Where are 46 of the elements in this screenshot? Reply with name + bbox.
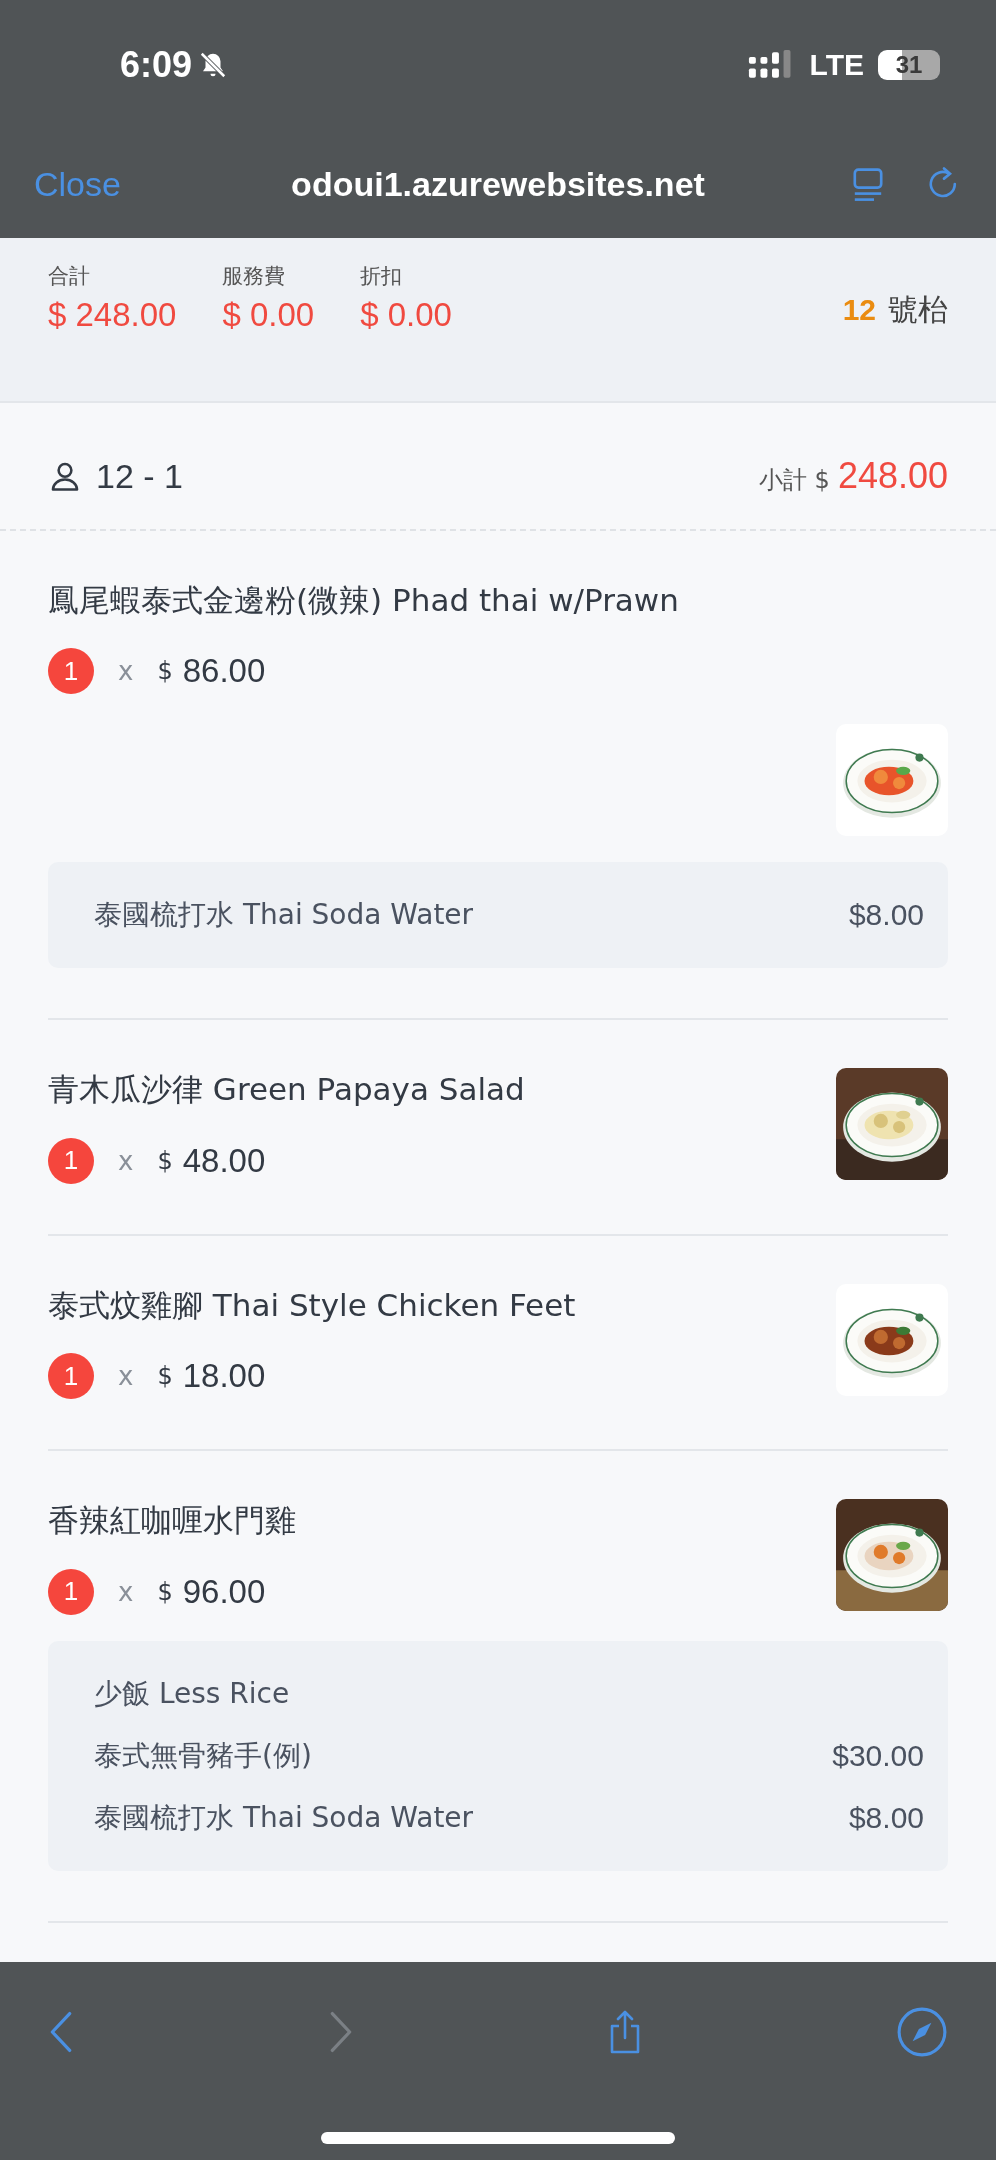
addon-price: $30.00 [832,1738,924,1773]
dish-name: 鳳尾蝦泰式金邊粉(微辣) Phad thai w/Prawn [48,581,679,620]
table-label: 號枱 [888,291,948,329]
compass-icon[interactable] [896,2006,948,2058]
page-url: odoui1.azurewebsites.net [291,164,705,204]
quantity-badge: 1 [48,648,94,695]
times-sign: x [118,1576,134,1607]
addon-price: $8.00 [848,1800,924,1835]
close-button[interactable]: Close [34,164,121,204]
quantity-badge: 1 [48,1353,94,1400]
quantity-badge: 1 [48,1568,94,1615]
guest-number: 12 - 1 [96,456,183,496]
summary-label: 折扣 [360,263,404,290]
dish-price: 48.00 [182,1141,266,1180]
times-sign: x [118,1145,134,1176]
network-label: LTE [809,48,864,82]
dish-price: 18.00 [182,1357,266,1396]
back-icon[interactable] [48,2010,74,2054]
summary-label: 合計 [48,263,91,290]
addon-price: $8.00 [848,898,924,933]
currency-sign: $ [157,657,173,686]
addon-name: 泰國梳打水 Thai Soda Water [94,1799,474,1836]
summary-label: 服務費 [222,263,287,290]
times-sign: x [118,1361,134,1392]
dish-price: 96.00 [182,1572,266,1611]
dish-name: 青木瓜沙律 Green Papaya Salad [48,1070,525,1110]
forward-icon[interactable] [328,2010,354,2054]
summary-amount: $ 0.00 [222,296,315,334]
dish-name: 香辣紅咖喱水門雞 [48,1501,296,1541]
currency-sign: $ [157,1577,173,1606]
summary-amount: $ 248.00 [48,296,177,334]
dish-name: 泰式炆雞腳 Thai Style Chicken Feet [48,1285,576,1325]
addon-name: 泰國梳打水 Thai Soda Water [94,897,474,934]
currency-sign: $ [157,1362,173,1391]
quantity-badge: 1 [48,1137,94,1184]
subtotal-amount: 248.00 [837,455,948,497]
table-number: 12 [842,293,876,327]
addon-name: 泰式無骨豬手(例) [94,1737,312,1774]
currency-sign: $ [157,1146,173,1175]
reader-icon[interactable] [850,166,886,202]
summary-amount: $ 0.00 [360,296,452,334]
times-sign: x [118,656,134,687]
addon-name: 少飯 Less Rice [94,1675,290,1712]
status-time: 6:09 [120,44,193,86]
subtotal-label: 小計 $ [759,465,830,496]
dish-price: 86.00 [182,652,266,691]
